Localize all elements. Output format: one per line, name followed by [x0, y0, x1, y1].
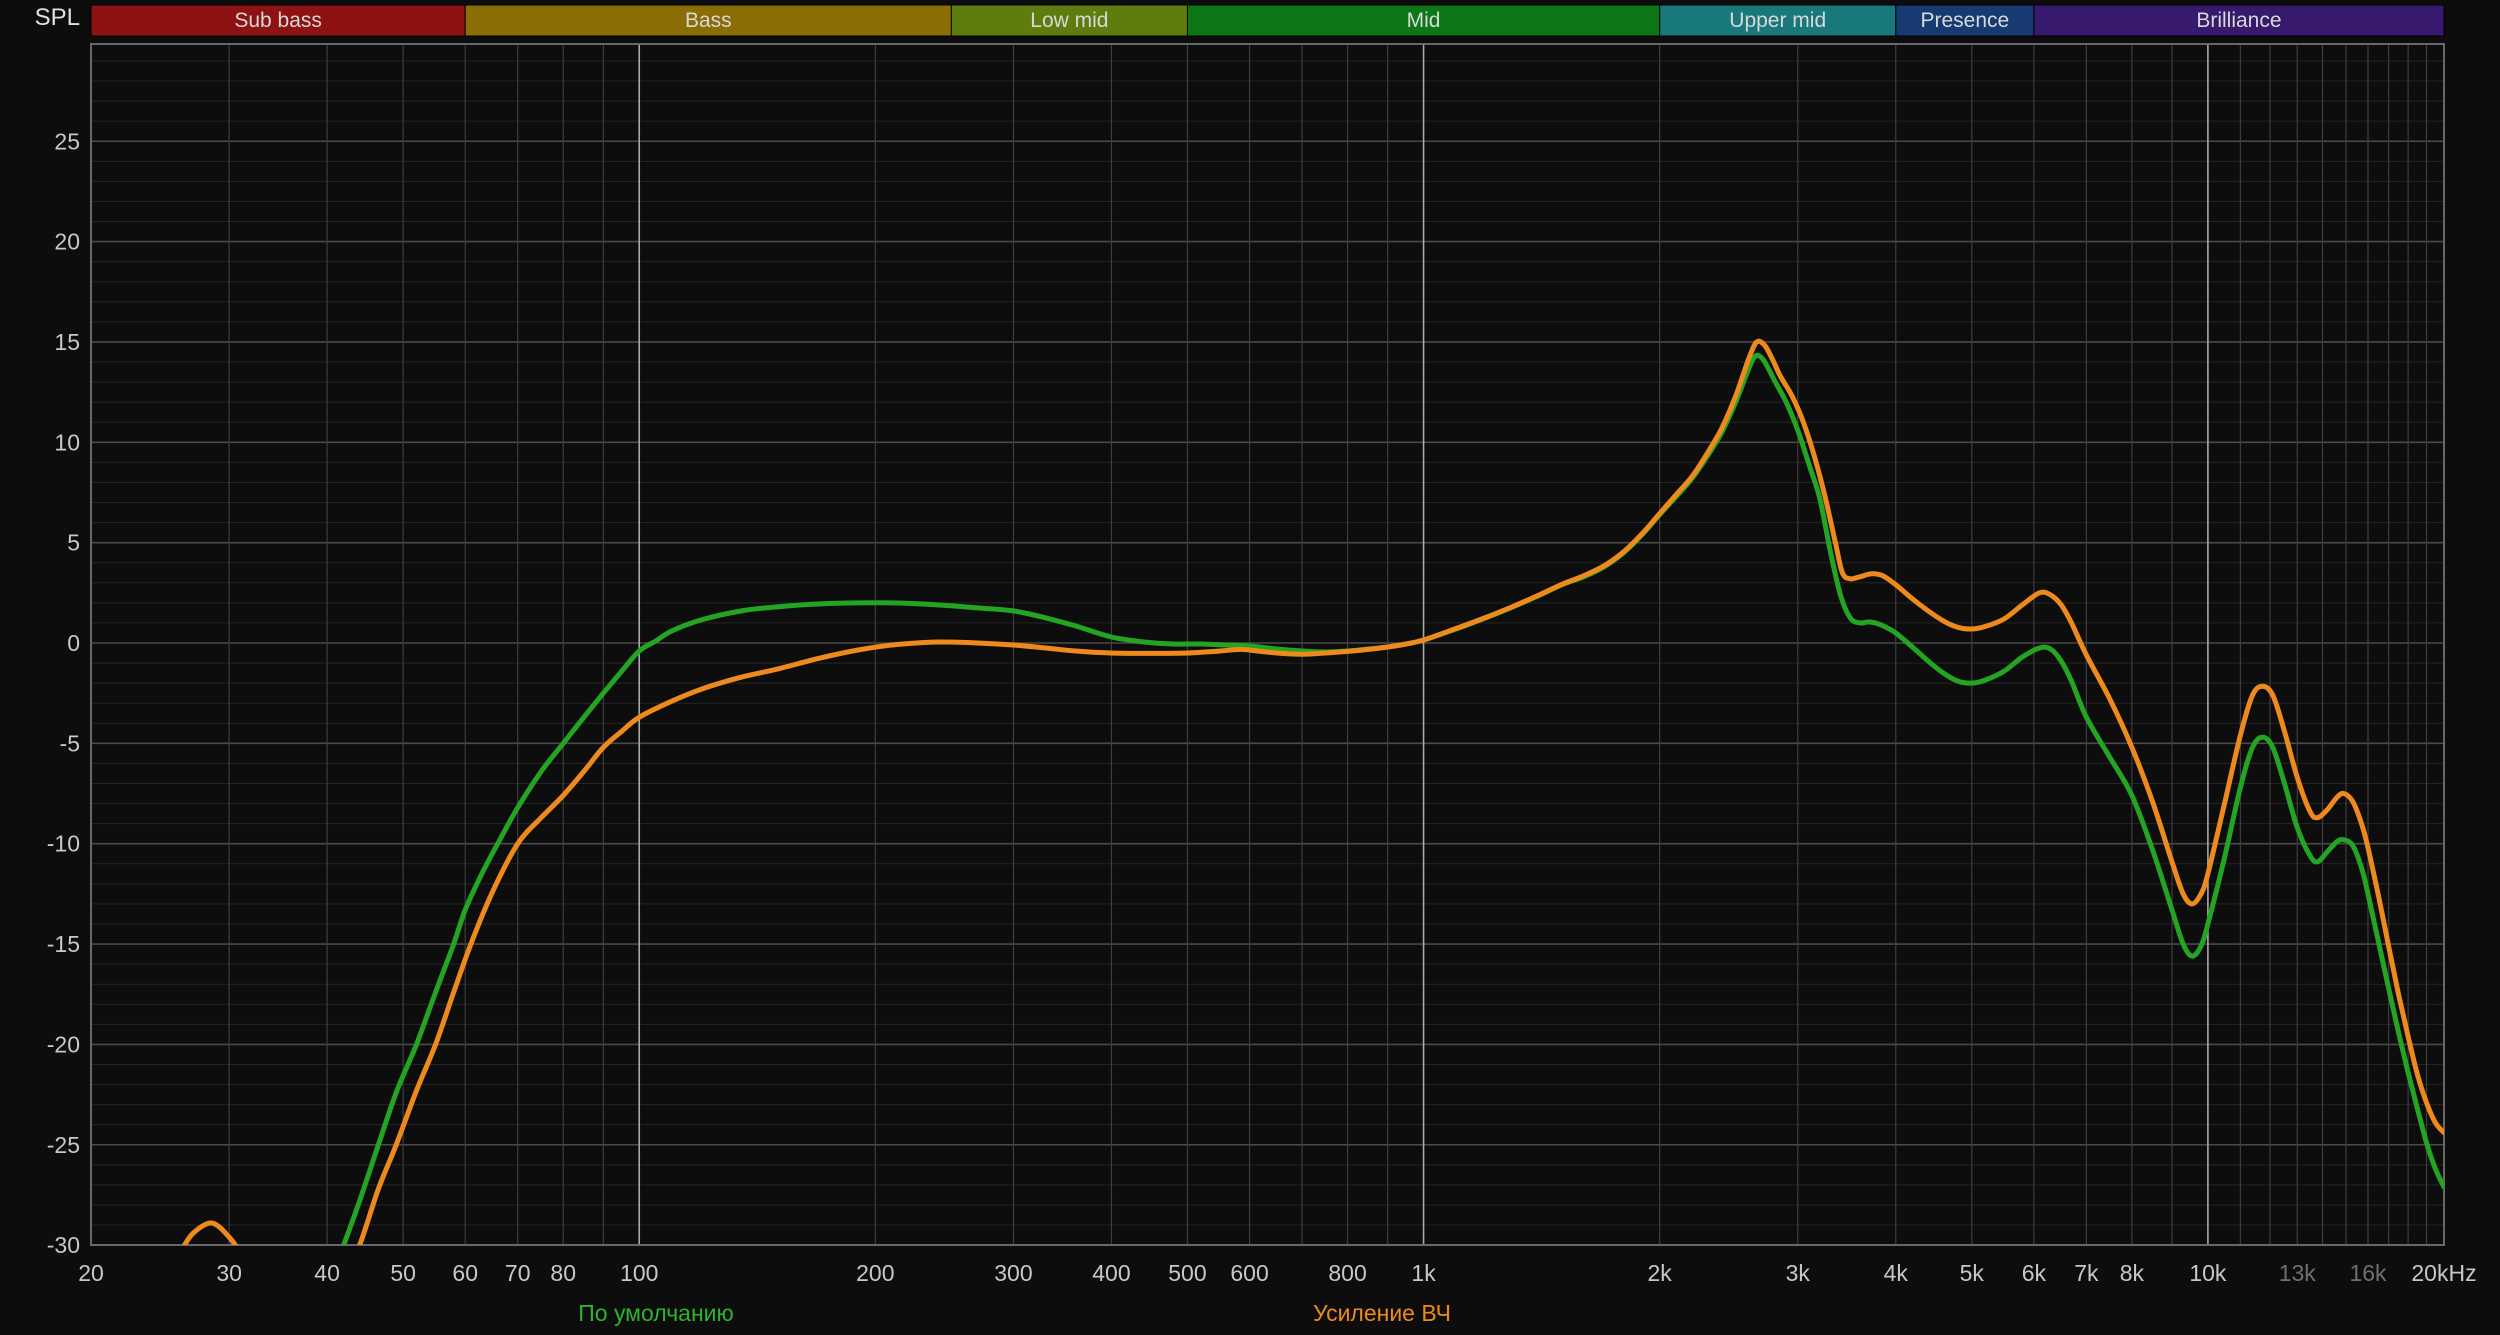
band-label: Bass: [685, 9, 732, 32]
x-tick-label: 800: [1328, 1260, 1366, 1286]
x-tick-label: 600: [1230, 1260, 1268, 1286]
x-tick-label: 20: [78, 1260, 104, 1286]
x-tick-label: 20kHz: [2411, 1260, 2476, 1286]
x-tick-label: 13k: [2279, 1260, 2317, 1286]
equalizer-frequency-response-app: Sub bass Bass Low mid Mid Upper mid Presence B…: [0, 0, 2500, 1335]
band-label: Presence: [1920, 9, 2009, 32]
y-tick-label: 10: [54, 429, 80, 455]
curve-default: [310, 355, 2444, 1325]
x-tick-label: 40: [314, 1260, 340, 1286]
y-tick-label: -20: [47, 1031, 80, 1057]
x-tick-label: 4k: [1884, 1260, 1909, 1286]
x-tick-label: 60: [452, 1260, 478, 1286]
x-tick-label: 30: [216, 1260, 242, 1286]
y-tick-label: -15: [47, 931, 80, 957]
y-tick-label: 5: [67, 530, 80, 556]
legend-item-default[interactable]: По умолчанию: [578, 1300, 734, 1327]
x-tick-label: 70: [505, 1260, 531, 1286]
y-tick-label: 0: [67, 630, 80, 656]
x-tick-label: 6k: [2022, 1260, 2047, 1286]
x-tick-label: 2k: [1648, 1260, 1673, 1286]
band-label: Sub bass: [234, 9, 322, 32]
y-tick-label: -5: [60, 730, 80, 756]
y-tick-label: -10: [47, 831, 80, 857]
spl-axis-title: SPL: [0, 4, 80, 32]
x-tick-label: 8k: [2120, 1260, 2145, 1286]
x-tick-label: 500: [1168, 1260, 1206, 1286]
y-tick-label: 25: [54, 128, 80, 154]
x-tick-label: 16k: [2349, 1260, 2387, 1286]
band-label: Upper mid: [1729, 9, 1826, 32]
band-label: Brilliance: [2196, 9, 2281, 32]
y-tick-label: 15: [54, 329, 80, 355]
x-tick-label: 100: [620, 1260, 658, 1286]
band-label: Low mid: [1030, 9, 1108, 32]
x-tick-label: 5k: [1960, 1260, 1985, 1286]
x-tick-label: 10k: [2189, 1260, 2227, 1286]
x-tick-label: 1k: [1411, 1260, 1436, 1286]
x-tick-label: 400: [1092, 1260, 1130, 1286]
y-tick-label: -30: [47, 1232, 80, 1258]
x-tick-label: 200: [856, 1260, 894, 1286]
x-tick-label: 300: [994, 1260, 1032, 1286]
x-tick-label: 7k: [2074, 1260, 2099, 1286]
x-tick-label: 3k: [1786, 1260, 1811, 1286]
band-label: Mid: [1407, 9, 1441, 32]
x-tick-label: 50: [390, 1260, 416, 1286]
legend-item-treble-boost[interactable]: Усиление ВЧ: [1313, 1300, 1451, 1327]
x-tick-label: 80: [550, 1260, 576, 1286]
frequency-response-chart: Sub bass Bass Low mid Mid Upper mid Presence B…: [0, 0, 2500, 1335]
y-tick-label: 20: [54, 229, 80, 255]
y-tick-label: -25: [47, 1132, 80, 1158]
